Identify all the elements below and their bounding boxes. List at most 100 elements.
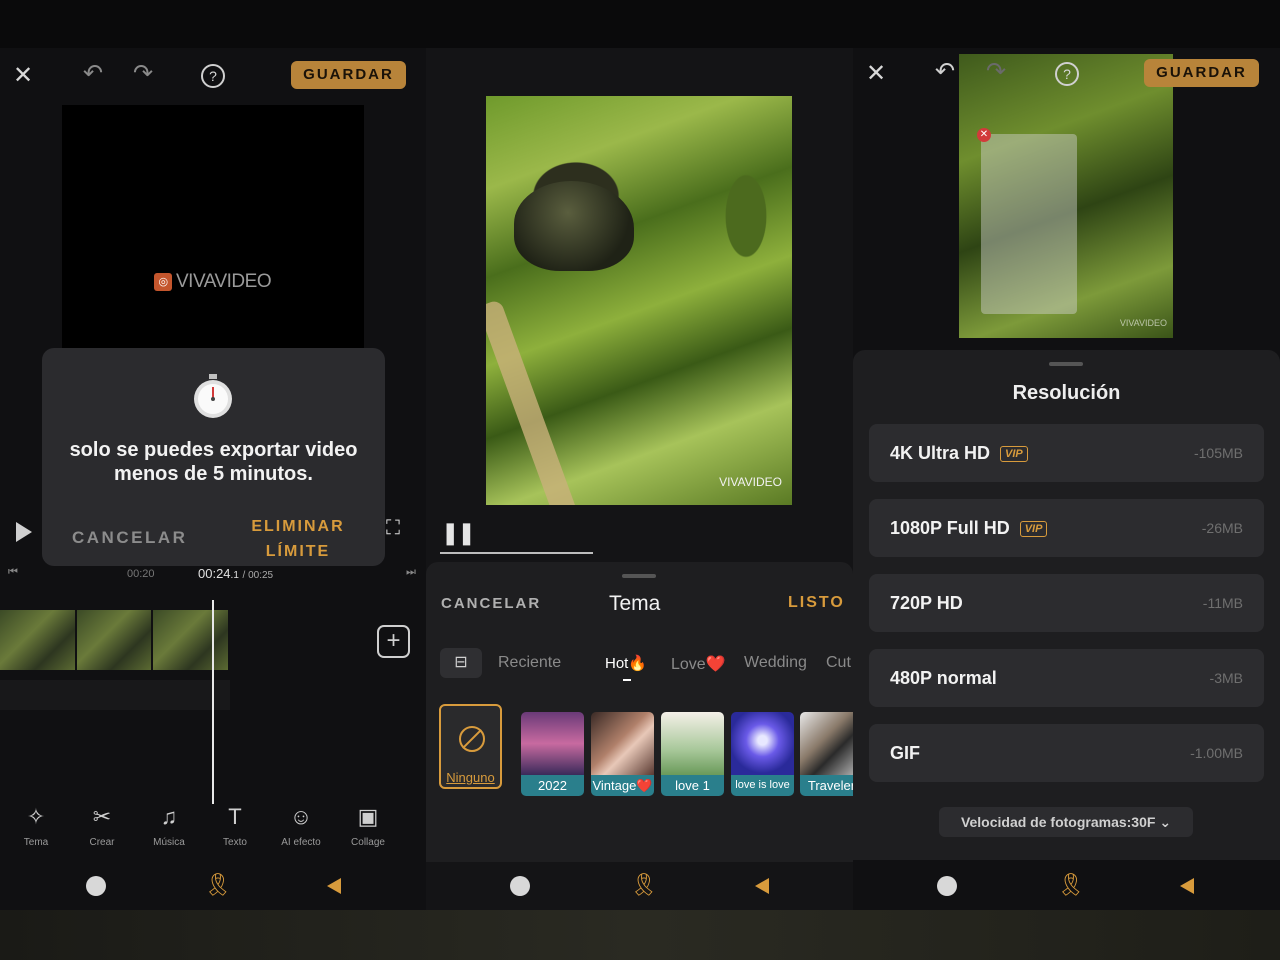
tab-love[interactable]: Love❤️ <box>671 654 726 674</box>
overlay-screenshot <box>981 134 1077 314</box>
cancel-button[interactable]: CANCELAR <box>72 528 187 548</box>
option-size: -3MB <box>1209 670 1243 686</box>
system-nav-bar: 🎗 <box>853 860 1280 910</box>
skip-end-icon[interactable]: ⏭ <box>406 567 416 578</box>
dialog-message: solo se puedes exportar video menos de 5… <box>69 439 358 485</box>
current-time-main: 00:24 <box>198 566 231 581</box>
editor-panel: ✕ ↶ ↷ ? GUARDAR ◎ VIVAVIDEO ⛶ solo se pu… <box>0 48 426 910</box>
fullscreen-icon[interactable]: ⛶ <box>386 518 400 538</box>
timeline-clip[interactable] <box>153 610 229 670</box>
playback-progress[interactable] <box>440 552 593 554</box>
tool-tema[interactable]: ✧ Tema <box>6 803 66 848</box>
undo-icon[interactable]: ↶ <box>83 62 103 86</box>
tool-musica[interactable]: ♫ Música <box>139 803 199 848</box>
theme-panel: VIVAVIDEO ❚❚ CANCELAR Tema LISTO ⊟ Recie… <box>426 48 853 910</box>
option-size: -26MB <box>1201 520 1243 536</box>
redo-icon[interactable]: ↷ <box>133 62 153 86</box>
theme-vintage[interactable]: Vintage❤️ <box>591 712 654 796</box>
timeline-clip[interactable] <box>76 610 152 670</box>
playhead[interactable] <box>212 600 214 804</box>
timeline-clip[interactable] <box>0 610 75 670</box>
done-button[interactable]: LISTO <box>788 594 845 612</box>
active-tab-indicator <box>623 679 631 681</box>
collage-icon: ▣ <box>357 804 379 829</box>
tool-texto[interactable]: T Texto <box>205 803 265 848</box>
close-icon[interactable]: ✕ <box>13 64 33 88</box>
video-preview[interactable]: ✕ VIVAVIDEO <box>959 54 1173 338</box>
back-icon[interactable] <box>327 878 341 894</box>
back-icon[interactable] <box>755 878 769 894</box>
save-button[interactable]: GUARDAR <box>1144 59 1259 87</box>
stick-image <box>486 298 579 505</box>
video-preview[interactable]: VIVAVIDEO <box>486 96 792 505</box>
tab-reciente[interactable]: Reciente <box>498 654 561 672</box>
system-nav-bar: 🎗 <box>426 860 853 910</box>
home-icon[interactable] <box>86 876 106 896</box>
sheet-handle[interactable] <box>622 574 656 578</box>
watermark-text: VIVAVIDEO <box>176 271 272 292</box>
remove-limit-button[interactable]: ELIMINAR LÍMITE <box>238 514 358 564</box>
editor-toolbar: ✧ Tema ✂ Crear ♫ Música T Texto ☺ AI efecto ▣… <box>0 803 426 853</box>
remove-limit-line2: LÍMITE <box>265 543 331 560</box>
close-icon[interactable]: ✕ <box>866 62 886 86</box>
home-icon[interactable] <box>937 876 957 896</box>
back-icon[interactable] <box>1180 878 1194 894</box>
vip-badge: VIP <box>1019 520 1048 537</box>
vivavideo-logo-icon: ◎ <box>154 273 172 291</box>
save-button[interactable]: GUARDAR <box>291 61 406 89</box>
pause-icon[interactable]: ❚❚ <box>441 520 476 546</box>
top-status-area <box>0 0 1280 48</box>
theme-love-1[interactable]: love 1 <box>661 712 724 796</box>
theme-2022[interactable]: 2022 <box>521 712 584 796</box>
cancel-button[interactable]: CANCELAR <box>441 595 541 612</box>
music-note-icon: ♫ <box>160 804 178 829</box>
current-time-fraction: .1 <box>230 570 239 581</box>
text-icon: T <box>228 804 242 829</box>
audio-track[interactable] <box>0 680 230 710</box>
sheet-handle[interactable] <box>1049 362 1083 366</box>
tool-ai-efecto[interactable]: ☺ AI efecto <box>271 803 331 848</box>
ribbon-icon[interactable]: 🎗 <box>630 872 658 898</box>
skip-start-icon[interactable]: ⏮ <box>8 567 18 578</box>
resolution-option-1080p[interactable]: 1080P Full HD VIP -26MB <box>869 499 1264 557</box>
redo-icon[interactable]: ↷ <box>986 60 1006 84</box>
ribbon-icon[interactable]: 🎗 <box>1057 872 1085 898</box>
home-icon[interactable] <box>510 876 530 896</box>
none-icon <box>459 726 485 752</box>
background-strip <box>0 910 1280 960</box>
play-icon[interactable] <box>16 522 32 542</box>
sheet-title: Resolución <box>1012 382 1121 404</box>
ribbon-icon[interactable]: 🎗 <box>204 872 232 898</box>
resolution-option-gif[interactable]: GIF -1.00MB <box>869 724 1264 782</box>
export-panel: ✕ VIVAVIDEO ✕ ↶ ↷ ? GUARDAR Resolución 4… <box>853 48 1280 910</box>
scissors-icon: ✂ <box>92 804 112 829</box>
undo-icon[interactable]: ↶ <box>935 60 955 84</box>
current-time: 00:24.1 / 00:25 <box>198 566 273 581</box>
tab-cut[interactable]: Cut <box>826 654 851 672</box>
remove-limit-line1: ELIMINAR <box>251 518 345 535</box>
theme-none[interactable]: Ninguno <box>439 704 502 789</box>
close-badge-icon[interactable]: ✕ <box>977 128 991 142</box>
help-icon[interactable]: ? <box>201 64 225 88</box>
option-label: 720P HD <box>890 593 963 613</box>
tab-wedding[interactable]: Wedding <box>744 654 807 672</box>
resolution-option-4k[interactable]: 4K Ultra HD VIP -105MB <box>869 424 1264 482</box>
ai-person-icon: ☺ <box>289 804 313 829</box>
timeline-marker-time: 00:20 <box>127 568 155 580</box>
resolution-option-720p[interactable]: 720P HD -11MB <box>869 574 1264 632</box>
resolution-option-480p[interactable]: 480P normal -3MB <box>869 649 1264 707</box>
theme-traveler[interactable]: Traveler <box>800 712 853 796</box>
tool-crear[interactable]: ✂ Crear <box>72 803 132 848</box>
timeline-clips[interactable] <box>0 610 229 670</box>
tab-hot[interactable]: Hot🔥 <box>605 654 647 672</box>
help-icon[interactable]: ? <box>1055 62 1079 86</box>
store-icon[interactable]: ⊟ <box>440 648 482 678</box>
add-clip-button[interactable]: + <box>377 625 410 658</box>
theme-label: Vintage❤️ <box>591 775 654 796</box>
theme-love-is-love[interactable]: love is love <box>731 712 794 796</box>
tool-collage[interactable]: ▣ Collage <box>338 803 398 848</box>
tool-label: Tema <box>23 837 49 848</box>
frame-rate-dropdown[interactable]: Velocidad de fotogramas:30F ⌄ <box>939 807 1193 837</box>
option-size: -1.00MB <box>1190 745 1243 761</box>
option-label: 4K Ultra HD <box>890 443 991 463</box>
